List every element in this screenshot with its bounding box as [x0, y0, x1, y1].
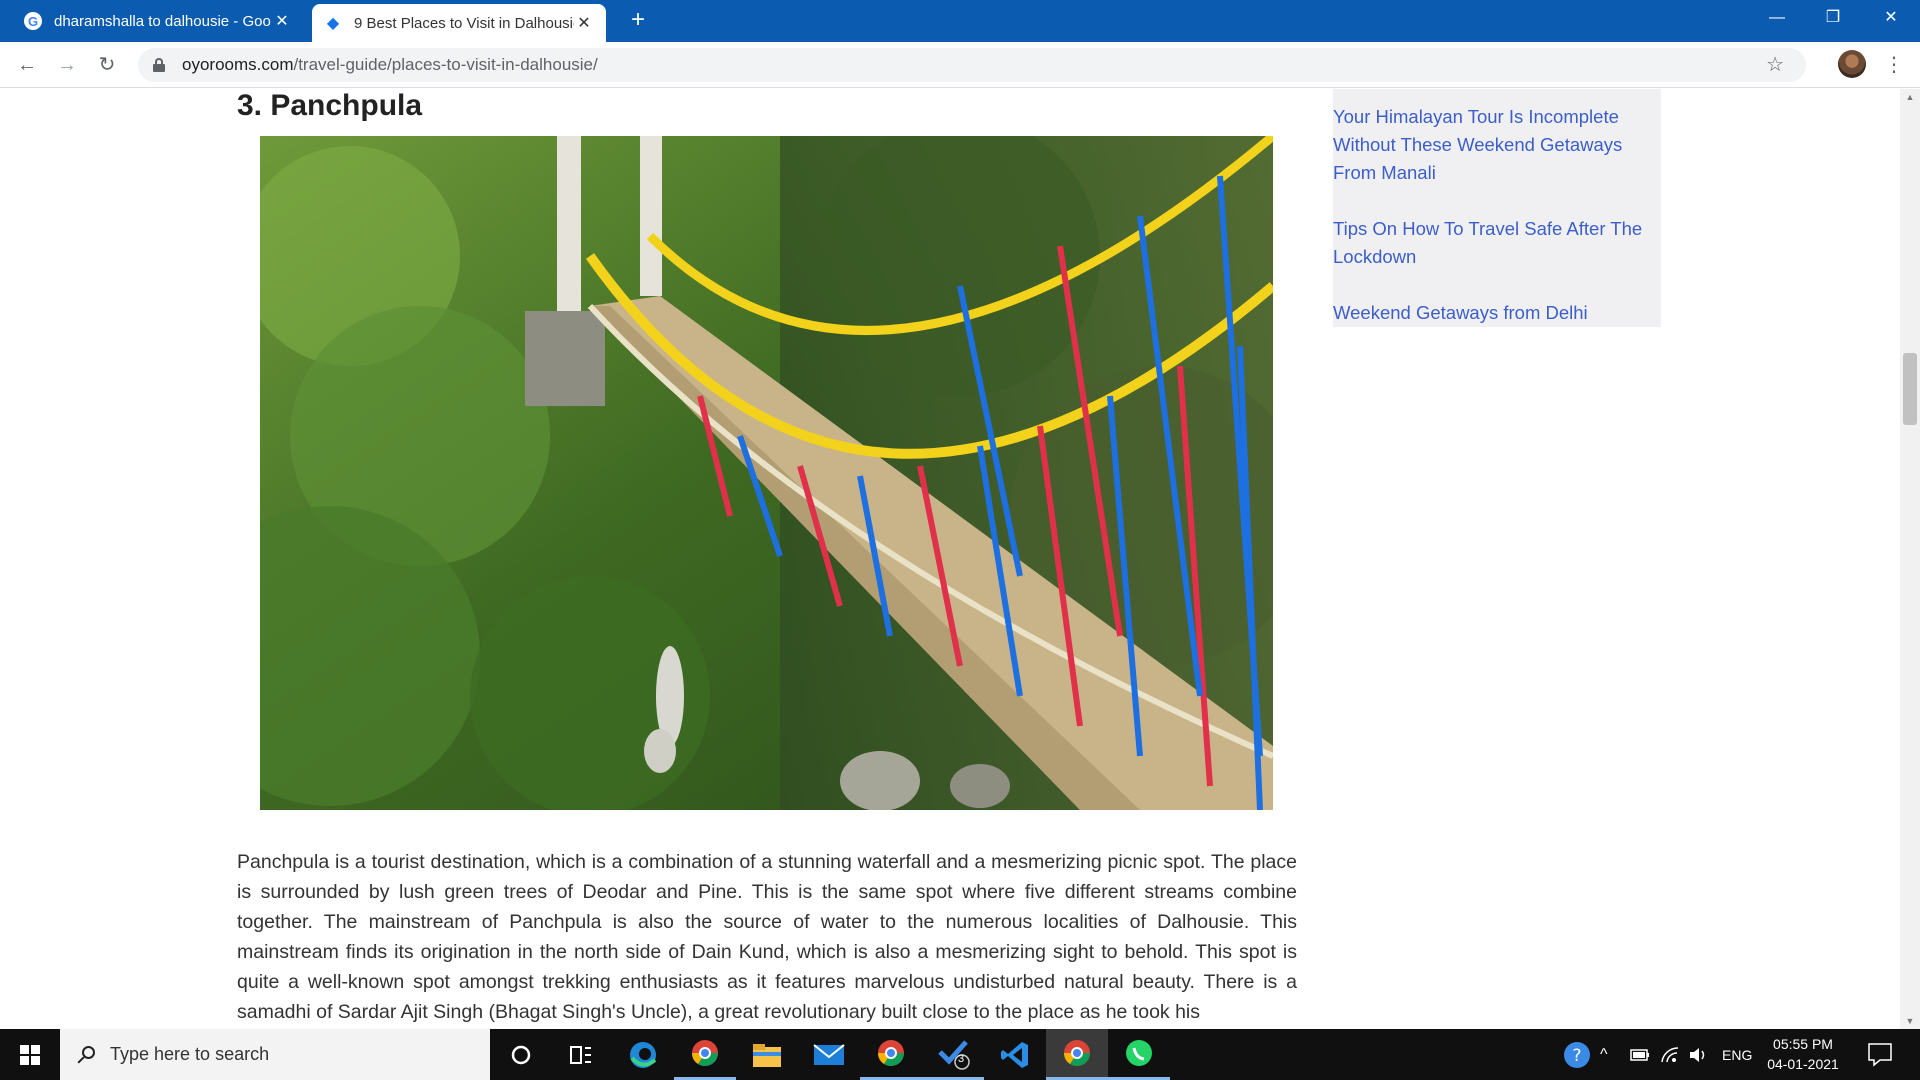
- reload-icon[interactable]: ↻: [92, 50, 122, 80]
- svg-text:?: ?: [1572, 1046, 1581, 1066]
- page-scrollbar[interactable]: ▲ ▼: [1900, 89, 1920, 1029]
- search-placeholder: Type here to search: [110, 1044, 270, 1064]
- mail-icon[interactable]: [798, 1029, 860, 1080]
- todo-badge-count: 3: [958, 1053, 965, 1065]
- tab-google-search[interactable]: G dharamshalla to dalhousie - Goo ✕: [12, 0, 304, 42]
- chrome-active-icon[interactable]: [1046, 1029, 1108, 1080]
- tab-oyo-dalhousie[interactable]: ◆ 9 Best Places to Visit in Dalhousie ✕: [312, 4, 606, 42]
- section-heading: 3. Panchpula: [237, 89, 423, 122]
- taskbar-search-box[interactable]: Type here to search: [60, 1029, 490, 1080]
- show-hidden-icons-icon[interactable]: ^: [1600, 1029, 1608, 1080]
- new-tab-button[interactable]: +: [624, 6, 652, 34]
- help-icon[interactable]: ?: [1562, 1029, 1592, 1080]
- related-link-himalayan-tour[interactable]: Your Himalayan Tour Is Incomplete Withou…: [1333, 103, 1661, 187]
- volume-icon[interactable]: [1688, 1029, 1708, 1080]
- oyo-icon: ◆: [326, 15, 340, 32]
- related-articles-sidebar: Your Himalayan Tour Is Incomplete Withou…: [1333, 89, 1661, 327]
- notifications-icon[interactable]: [1866, 1041, 1894, 1067]
- lock-icon[interactable]: [152, 58, 166, 72]
- url-domain: oyorooms.com: [182, 55, 294, 74]
- start-button[interactable]: [0, 1029, 60, 1080]
- language-indicator[interactable]: ENG: [1722, 1029, 1752, 1080]
- search-icon: [76, 1045, 96, 1065]
- url-text: oyorooms.com/travel-guide/places-to-visi…: [182, 55, 598, 75]
- url-path: /travel-guide/places-to-visit-in-dalhous…: [293, 55, 598, 74]
- close-tab-icon[interactable]: ✕: [272, 11, 292, 31]
- minimize-button[interactable]: —: [1750, 0, 1804, 36]
- bookmark-star-icon[interactable]: ☆: [1766, 52, 1784, 77]
- battery-icon[interactable]: [1630, 1029, 1650, 1080]
- forward-icon[interactable]: →: [52, 50, 82, 80]
- windows-logo-icon: [20, 1045, 40, 1065]
- close-tab-icon[interactable]: ✕: [574, 13, 594, 33]
- scrollbar-thumb[interactable]: [1903, 353, 1917, 425]
- system-clock[interactable]: 05:55 PM 04-01-2021: [1758, 1034, 1848, 1074]
- restore-button[interactable]: ❐: [1806, 0, 1860, 36]
- scroll-up-arrow-icon[interactable]: ▲: [1900, 89, 1920, 105]
- bridge-photo-svg: [260, 136, 1273, 810]
- windows-taskbar: Type here to search 3 ? ^ ENG 05:55 PM 0…: [0, 1029, 1920, 1080]
- google-icon: G: [24, 12, 42, 30]
- back-icon[interactable]: ←: [12, 50, 42, 80]
- wifi-icon[interactable]: [1660, 1029, 1680, 1080]
- edge-icon[interactable]: [612, 1029, 674, 1080]
- panchpula-bridge-image: [260, 136, 1273, 810]
- browser-toolbar: ← → ↻ oyorooms.com/travel-guide/places-t…: [0, 42, 1920, 88]
- clock-date: 04-01-2021: [1767, 1056, 1839, 1072]
- chrome-profile-icon[interactable]: [860, 1029, 922, 1080]
- close-window-button[interactable]: ✕: [1864, 0, 1918, 36]
- scroll-down-arrow-icon[interactable]: ▼: [1900, 1013, 1920, 1029]
- menu-icon[interactable]: ⋮: [1884, 50, 1904, 80]
- tab-title: 9 Best Places to Visit in Dalhousie: [354, 14, 574, 32]
- related-link-travel-safe[interactable]: Tips On How To Travel Safe After The Loc…: [1333, 215, 1661, 271]
- file-explorer-icon[interactable]: [736, 1029, 798, 1080]
- vscode-icon[interactable]: [984, 1029, 1046, 1080]
- related-link-weekend-delhi[interactable]: Weekend Getaways from Delhi: [1333, 299, 1661, 327]
- article-paragraph: Panchpula is a tourist destination, whic…: [237, 851, 1297, 1023]
- profile-avatar[interactable]: [1838, 50, 1866, 78]
- browser-titlebar: G dharamshalla to dalhousie - Goo ✕ ◆ 9 …: [0, 0, 1920, 42]
- chrome-icon[interactable]: [674, 1029, 736, 1080]
- whatsapp-icon[interactable]: [1108, 1029, 1170, 1080]
- address-bar[interactable]: oyorooms.com/travel-guide/places-to-visi…: [138, 48, 1806, 82]
- web-page: 3. Panchpula Panchpula is a tourist dest…: [0, 89, 1900, 1029]
- todo-icon[interactable]: 3: [922, 1029, 984, 1080]
- tab-title: dharamshalla to dalhousie - Goo: [54, 12, 271, 30]
- clock-time: 05:55 PM: [1773, 1036, 1833, 1052]
- cortana-icon[interactable]: [490, 1029, 552, 1080]
- task-view-icon[interactable]: [550, 1029, 612, 1080]
